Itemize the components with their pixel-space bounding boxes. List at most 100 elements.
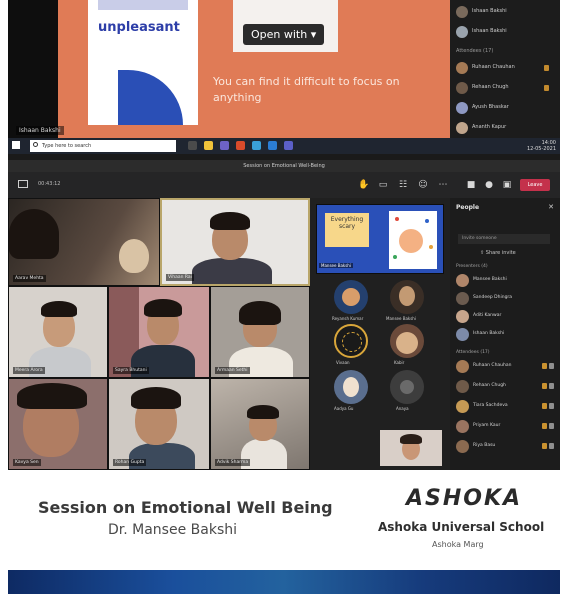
pinned-video[interactable]: Everything scary Mansee Bakshi — [316, 204, 444, 274]
slide-sticky-note: Everything scary — [325, 213, 369, 247]
caption-banner: Session on Emotional Well Being Dr. Mans… — [8, 474, 560, 570]
meeting-toolbar: 00:43:12 ✋ ▭ ☷ ☺ ⋯ ■ ● ▣ Leave — [8, 172, 560, 198]
participant-name: Reyansh Kumar — [332, 316, 364, 321]
participant-name: Sandeep Dhingra — [473, 295, 513, 300]
participant-name: Ananth Kapur — [472, 124, 507, 130]
video-tile[interactable]: Kavya Sen — [8, 378, 108, 470]
participant-avatar[interactable] — [390, 324, 424, 358]
mic-icon — [542, 383, 547, 389]
list-item[interactable]: Sandeep Dhingra — [456, 292, 556, 306]
powerpoint-icon[interactable] — [236, 141, 245, 150]
video-tile[interactable]: Sayra Bhutani — [108, 286, 210, 378]
screen-share-left-edge — [8, 0, 58, 138]
list-item[interactable]: Riya Basu — [456, 440, 556, 454]
list-item[interactable]: Rehaan Chugh — [456, 380, 556, 394]
open-with-button[interactable]: Open with ▾ — [243, 24, 325, 45]
more-options-icon[interactable]: ⋯ — [438, 180, 448, 190]
list-item[interactable]: Aditi Kanwar — [456, 310, 556, 324]
share-invite-button[interactable]: ⇪ Share invite — [480, 250, 516, 256]
participant-silhouette — [9, 209, 59, 259]
presentation-slide: unpleasant Open with ▾ You can find it d… — [58, 0, 450, 138]
participant-name: Tiara Sachdeva — [473, 403, 508, 408]
list-item[interactable]: Mansee Bakshi — [456, 274, 556, 288]
list-item[interactable]: Ishaan Bakshi — [456, 6, 556, 20]
session-title: Session on Emotional Well Being — [38, 498, 333, 517]
leave-button[interactable]: Leave — [520, 179, 550, 191]
file-explorer-icon[interactable] — [204, 141, 213, 150]
window-title: Session on Emotional Well-Being — [8, 160, 560, 172]
participant-avatar[interactable] — [390, 280, 424, 314]
participant-hair — [41, 301, 77, 317]
participant-avatar[interactable] — [334, 370, 368, 404]
participant-avatar[interactable] — [334, 280, 368, 314]
mic-icon[interactable]: ● — [484, 180, 494, 190]
people-panel: People ✕ Invite someone ⇪ Share invite P… — [450, 198, 560, 470]
list-item[interactable]: Ayush Bhaskar — [456, 102, 556, 116]
share-screen-icon[interactable]: ▣ — [502, 180, 512, 190]
pinned-and-overflow-area: Everything scary Mansee Bakshi Reyansh K… — [310, 198, 450, 470]
participant-name: Armaan Sethi — [215, 367, 250, 374]
chat-icon[interactable]: ▭ — [378, 180, 388, 190]
reactions-icon[interactable]: ☺ — [418, 180, 428, 190]
list-item[interactable]: Ananth Kapur — [456, 122, 556, 136]
section-label: Presenters (4) — [456, 264, 488, 269]
pinned-name-label: Mansee Bakshi — [319, 263, 353, 268]
camera-off-icon — [549, 363, 554, 369]
list-item[interactable]: Ruhaan Chauhan — [456, 360, 556, 374]
layout-icon[interactable] — [18, 180, 28, 188]
avatar — [456, 440, 469, 453]
list-item[interactable]: Tiara Sachdeva — [456, 400, 556, 414]
participant-avatar[interactable] — [390, 370, 424, 404]
raise-hand-icon[interactable]: ✋ — [358, 180, 369, 190]
taskbar-clock[interactable]: 14:00 12-05-2021 — [527, 140, 556, 152]
participant-hair — [247, 405, 279, 419]
list-item[interactable]: Priyam Kaur — [456, 420, 556, 434]
teams-icon[interactable] — [220, 141, 229, 150]
participant-name: Sayra Bhutani — [113, 367, 149, 374]
windows-start-icon[interactable] — [12, 141, 20, 149]
video-tile[interactable]: Meera Arora — [8, 286, 108, 378]
taskbar-search-input[interactable]: Type here to search — [30, 140, 176, 152]
list-item[interactable]: Ruhaan Chauhan — [456, 62, 556, 76]
list-item[interactable]: Ishaan Bakshi — [456, 26, 556, 40]
slide-emoji-dot — [395, 217, 399, 221]
video-tile[interactable]: Rohan Gupta — [108, 378, 210, 470]
school-logo: ASHOKA — [406, 486, 523, 511]
video-tile[interactable]: Aarav Mehta — [8, 198, 160, 286]
mic-icon — [544, 85, 549, 91]
edge-icon[interactable] — [252, 141, 261, 150]
task-view-icon[interactable] — [188, 141, 197, 150]
participant-name: Ishaan Bakshi — [473, 331, 505, 336]
word-icon[interactable] — [268, 141, 277, 150]
video-tile-active-speaker[interactable]: Vihaan Rai — [160, 198, 310, 286]
slide-emoji-dot — [393, 255, 397, 259]
slide-emoji-dot — [425, 219, 429, 223]
participant-hair — [17, 383, 87, 409]
participant-name: Ishaan Bakshi — [472, 28, 507, 34]
chevron-down-icon: ▾ — [310, 28, 317, 41]
participant-face — [119, 239, 149, 273]
self-view-video[interactable] — [380, 430, 442, 466]
participant-body — [192, 258, 272, 284]
avatar-photo — [399, 286, 415, 306]
participant-name: Ruhaan Chauhan — [472, 64, 515, 70]
video-tile[interactable]: Armaan Sethi — [210, 286, 310, 378]
participant-hair — [144, 299, 182, 317]
avatar — [456, 328, 469, 341]
avatar — [456, 6, 468, 18]
people-icon[interactable]: ☷ — [398, 180, 408, 190]
search-icon — [33, 142, 38, 147]
speaker-name: Dr. Mansee Bakshi — [108, 522, 238, 538]
app-icon[interactable] — [284, 141, 293, 150]
video-tile[interactable]: Advik Sharma — [210, 378, 310, 470]
list-item[interactable]: Ishaan Bakshi — [456, 328, 556, 342]
close-icon[interactable]: ✕ — [548, 203, 554, 211]
participant-name: Kavya Sen — [13, 459, 41, 466]
avatar — [456, 26, 468, 38]
participant-avatar[interactable] — [334, 324, 368, 358]
camera-icon[interactable]: ■ — [466, 180, 476, 190]
mic-icon — [542, 363, 547, 369]
section-label: Attendees (17) — [456, 350, 490, 355]
list-item[interactable]: Rehaan Chugh — [456, 82, 556, 96]
invite-input[interactable]: Invite someone — [458, 234, 550, 244]
